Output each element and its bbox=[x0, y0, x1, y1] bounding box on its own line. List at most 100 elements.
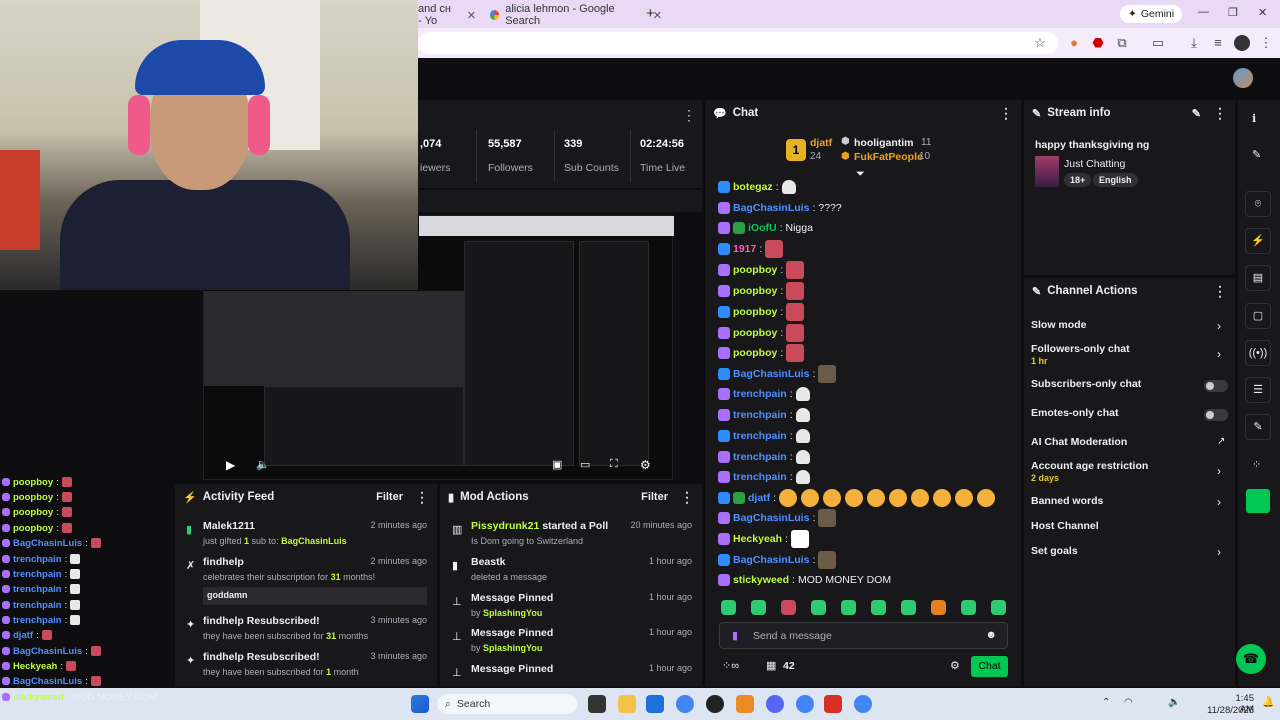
mod-action-user[interactable]: Pissydrunk21 bbox=[471, 520, 539, 532]
chat-username[interactable]: 1917 bbox=[733, 243, 756, 255]
mic-icon[interactable]: ▮ bbox=[732, 629, 738, 642]
tab-search-icon[interactable]: ▭ bbox=[1150, 35, 1166, 51]
chevron-right-icon[interactable]: › bbox=[1217, 545, 1221, 559]
mod-action-item[interactable]: Message Pinned 1 hour ago bbox=[471, 663, 692, 675]
emote-shortcut-icon[interactable] bbox=[961, 600, 976, 615]
chat-settings-icon[interactable]: ⚙ bbox=[950, 659, 960, 672]
rail-wrench-icon[interactable]: ✎ bbox=[1245, 414, 1271, 440]
channel-action-item[interactable]: Set goals bbox=[1031, 545, 1078, 557]
emote-shortcut-icon[interactable] bbox=[871, 600, 886, 615]
file-explorer-icon[interactable] bbox=[618, 695, 636, 713]
chat-username[interactable]: stickyweed bbox=[733, 574, 789, 586]
chat-username[interactable]: poopboy bbox=[733, 264, 777, 276]
chrome-active-icon[interactable] bbox=[796, 695, 814, 713]
minimize-icon[interactable]: — bbox=[1198, 6, 1209, 18]
rail-notes-icon[interactable]: ▤ bbox=[1245, 265, 1271, 291]
rail-layout-icon[interactable]: ☰ bbox=[1245, 377, 1271, 403]
new-tab-button[interactable]: + bbox=[646, 5, 655, 22]
clock-date[interactable]: 11/28/2025 bbox=[1196, 705, 1254, 716]
chat-username[interactable]: poopboy bbox=[733, 285, 777, 297]
obs-icon[interactable] bbox=[706, 695, 724, 713]
chat-username[interactable]: trenchpain bbox=[733, 451, 787, 463]
gemini-button[interactable]: ✦ Gemini bbox=[1120, 5, 1183, 23]
filter-button[interactable]: Filter bbox=[376, 491, 403, 503]
adblock-icon[interactable]: ⬣ bbox=[1090, 35, 1106, 51]
emote-shortcut-icon[interactable] bbox=[991, 600, 1006, 615]
leaderboard-user[interactable]: djatf bbox=[810, 137, 832, 149]
chrome-profile-icon[interactable] bbox=[854, 695, 872, 713]
chat-username[interactable]: BagChasinLuis bbox=[733, 554, 809, 566]
emote-shortcut-icon[interactable] bbox=[751, 600, 766, 615]
clip-icon[interactable]: ▣ bbox=[552, 458, 562, 471]
fullscreen-icon[interactable]: ⛶ bbox=[610, 458, 618, 471]
emote-shortcut-icon[interactable] bbox=[721, 600, 736, 615]
emote-shortcut-icon[interactable] bbox=[901, 600, 916, 615]
mod-action-item[interactable]: Pissydrunk21 started a Poll Is Dom going … bbox=[471, 520, 692, 546]
volume-icon[interactable]: 🔈 bbox=[256, 458, 270, 471]
emoji-picker-icon[interactable]: ☻ bbox=[985, 629, 997, 641]
chat-username[interactable]: poopboy bbox=[733, 347, 777, 359]
chat-username[interactable]: trenchpain bbox=[733, 409, 787, 421]
chat-username[interactable]: Heckyeah bbox=[733, 533, 782, 545]
channel-action-item[interactable]: Emotes-only chat bbox=[1031, 407, 1119, 419]
external-link-icon[interactable]: ↗ bbox=[1217, 436, 1225, 447]
close-window-icon[interactable]: ✕ bbox=[1258, 6, 1267, 19]
speaker-icon[interactable]: 🔈 bbox=[1168, 697, 1180, 708]
chat-input[interactable]: ▮ Send a message ☻ bbox=[719, 622, 1008, 649]
rail-chat-icon[interactable]: ▢ bbox=[1245, 303, 1271, 329]
activity-sub-user[interactable]: BagChasinLuis bbox=[281, 536, 347, 546]
channel-action-item[interactable]: Banned words bbox=[1031, 495, 1103, 507]
chevron-right-icon[interactable]: › bbox=[1217, 464, 1221, 478]
browser-menu-icon[interactable]: ⋮ bbox=[1258, 35, 1274, 51]
activity-item[interactable]: Malek1211 just gifted 1 sub to: BagChasin… bbox=[203, 520, 427, 546]
chat-username[interactable]: trenchpain bbox=[733, 471, 787, 483]
mod-action-sub-user[interactable]: SplashingYou bbox=[483, 608, 542, 618]
browser-tab-1[interactable]: and сн - Yo ✕ bbox=[418, 3, 476, 27]
browser-tab-2[interactable]: alicia lehmon - Google Search ✕ bbox=[490, 3, 662, 27]
rail-broadcast-icon[interactable]: ((•)) bbox=[1245, 340, 1271, 366]
channel-points-icon[interactable]: ▦ bbox=[766, 659, 776, 672]
mod-action-item[interactable]: Message Pinned by SplashingYou 1 hour ago bbox=[471, 627, 692, 653]
rail-extensions-icon[interactable]: ⁘ bbox=[1252, 458, 1261, 471]
tray-chevron-icon[interactable]: ⌃ bbox=[1102, 697, 1110, 708]
chevron-right-icon[interactable]: › bbox=[1217, 319, 1221, 333]
channel-action-item[interactable]: Slow mode bbox=[1031, 319, 1086, 331]
chevron-right-icon[interactable]: › bbox=[1217, 495, 1221, 509]
help-headset-icon[interactable]: ☎ bbox=[1236, 644, 1266, 674]
unlink-icon[interactable]: ⁘∞ bbox=[722, 659, 739, 672]
rail-activity-icon[interactable]: ⌾ bbox=[1245, 191, 1271, 217]
chevron-right-icon[interactable]: › bbox=[1217, 347, 1221, 361]
channel-action-item[interactable]: Account age restriction 2 days bbox=[1031, 460, 1148, 483]
tag-badge[interactable]: 18+ bbox=[1064, 173, 1092, 187]
emote-shortcut-icon[interactable] bbox=[781, 600, 796, 615]
toggle-switch[interactable] bbox=[1204, 409, 1228, 421]
close-tab-icon[interactable]: ✕ bbox=[467, 9, 476, 22]
collapse-leaderboard-icon[interactable]: ⏷ bbox=[856, 168, 865, 181]
windows-start-icon[interactable] bbox=[411, 695, 429, 713]
address-bar[interactable] bbox=[418, 32, 1058, 54]
activity-item[interactable]: findhelp celebrates their subscription fo… bbox=[203, 556, 427, 605]
chat-username[interactable]: BagChasinLuis bbox=[733, 512, 809, 524]
toggle-switch[interactable] bbox=[1204, 380, 1228, 392]
activity-menu-icon[interactable]: ⋮ bbox=[415, 489, 429, 506]
download-icon[interactable]: ⤓ bbox=[1186, 35, 1202, 51]
emote-shortcut-icon[interactable] bbox=[931, 600, 946, 615]
stream-category[interactable]: Just Chatting bbox=[1064, 158, 1125, 170]
media-control-icon[interactable]: ≡ bbox=[1210, 35, 1226, 51]
emote-shortcut-icon[interactable] bbox=[811, 600, 826, 615]
notifications-icon[interactable]: 🔔 bbox=[1262, 697, 1274, 708]
send-chat-button[interactable]: Chat bbox=[971, 656, 1008, 677]
chat-username[interactable]: iOofU bbox=[748, 222, 777, 234]
mod-actions-menu-icon[interactable]: ⋮ bbox=[680, 489, 694, 506]
activity-item[interactable]: findhelp Resubscribed! they have been sub… bbox=[203, 651, 427, 677]
leaderboard-user[interactable]: FukFatPeople bbox=[854, 151, 923, 163]
discord-icon[interactable] bbox=[766, 695, 784, 713]
theater-mode-icon[interactable]: ▭ bbox=[580, 458, 590, 471]
app-icon[interactable] bbox=[736, 695, 754, 713]
bookmark-star-icon[interactable]: ☆ bbox=[1032, 35, 1048, 51]
filter-button[interactable]: Filter bbox=[641, 491, 668, 503]
category-box-art[interactable] bbox=[1035, 156, 1059, 187]
chat-username[interactable]: BagChasinLuis bbox=[733, 202, 809, 214]
play-icon[interactable]: ▶ bbox=[226, 458, 235, 472]
rail-lightning-icon[interactable]: ⚡ bbox=[1245, 228, 1271, 254]
